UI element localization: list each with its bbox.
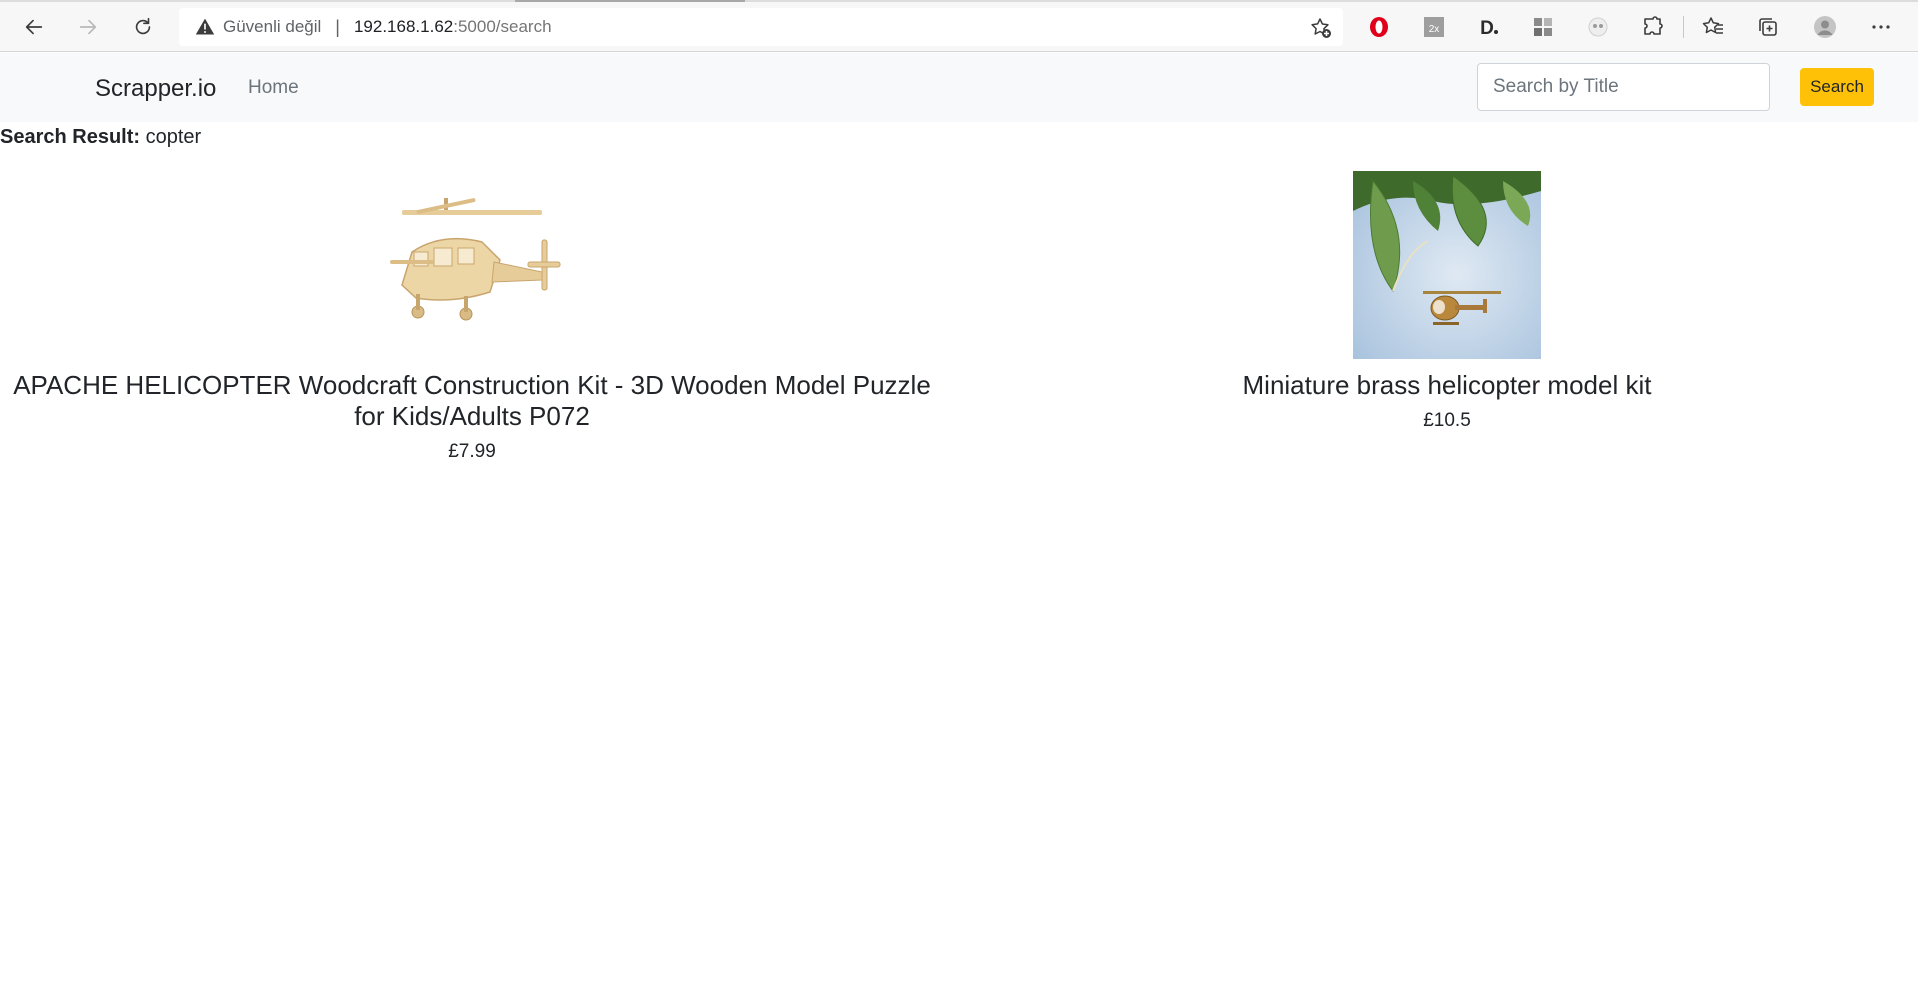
- back-icon: [25, 19, 43, 35]
- url-host[interactable]: 192.168.1.62: [354, 17, 453, 37]
- brand-link[interactable]: Scrapper.io: [95, 75, 216, 103]
- svg-text:D: D: [1480, 18, 1494, 39]
- opera-icon[interactable]: [1365, 13, 1393, 41]
- panda-icon[interactable]: [1584, 13, 1612, 41]
- back-button[interactable]: [17, 10, 51, 44]
- product-card[interactable]: Miniature brass helicopter model kit £10…: [1057, 170, 1837, 432]
- product-card[interactable]: APACHE HELICOPTER Woodcraft Construction…: [0, 170, 944, 463]
- svg-text:2x: 2x: [1429, 24, 1440, 35]
- search-query: copter: [145, 126, 202, 148]
- forward-icon: [79, 19, 97, 35]
- browser-toolbar: Güvenli değil | 192.168.1.62:5000/search…: [0, 0, 1918, 52]
- product-title[interactable]: Miniature brass helicopter model kit: [1243, 370, 1652, 401]
- search-button[interactable]: Search: [1800, 68, 1874, 106]
- product-image[interactable]: [382, 170, 562, 360]
- omnibox-separator: |: [335, 16, 340, 37]
- app-navbar: Scrapper.io Home Search: [0, 53, 1918, 122]
- tab-strip: [0, 0, 1918, 2]
- reload-icon: [135, 17, 151, 35]
- product-title[interactable]: APACHE HELICOPTER Woodcraft Construction…: [0, 370, 944, 432]
- search-result-label: Search Result:: [0, 126, 141, 148]
- collections-icon[interactable]: [1754, 13, 1782, 41]
- forward-button[interactable]: [71, 10, 105, 44]
- extensions-icon[interactable]: [1639, 13, 1667, 41]
- add-favorite-icon[interactable]: [1309, 16, 1333, 40]
- product-image[interactable]: [1353, 170, 1541, 360]
- reload-button[interactable]: [126, 10, 160, 44]
- tab-active-indicator: [515, 0, 745, 2]
- search-input[interactable]: [1477, 63, 1770, 111]
- d-icon[interactable]: D: [1474, 13, 1502, 41]
- url-path[interactable]: :5000/search: [453, 17, 551, 37]
- profile-icon[interactable]: [1811, 13, 1839, 41]
- more-icon[interactable]: [1867, 13, 1895, 41]
- address-bar[interactable]: Güvenli değil | 192.168.1.62:5000/search: [179, 8, 1343, 46]
- security-label[interactable]: Güvenli değil: [223, 17, 321, 37]
- toolbar-separator: [1683, 16, 1684, 38]
- grid-icon[interactable]: [1529, 13, 1557, 41]
- favorites-icon[interactable]: [1699, 13, 1727, 41]
- product-price: £7.99: [448, 441, 496, 462]
- product-price: £10.5: [1423, 410, 1471, 431]
- nav-home-link[interactable]: Home: [248, 77, 299, 99]
- search-result-heading: Search Result: copter: [0, 126, 201, 149]
- twox-icon[interactable]: 2x: [1420, 13, 1448, 41]
- warning-icon[interactable]: [195, 17, 215, 37]
